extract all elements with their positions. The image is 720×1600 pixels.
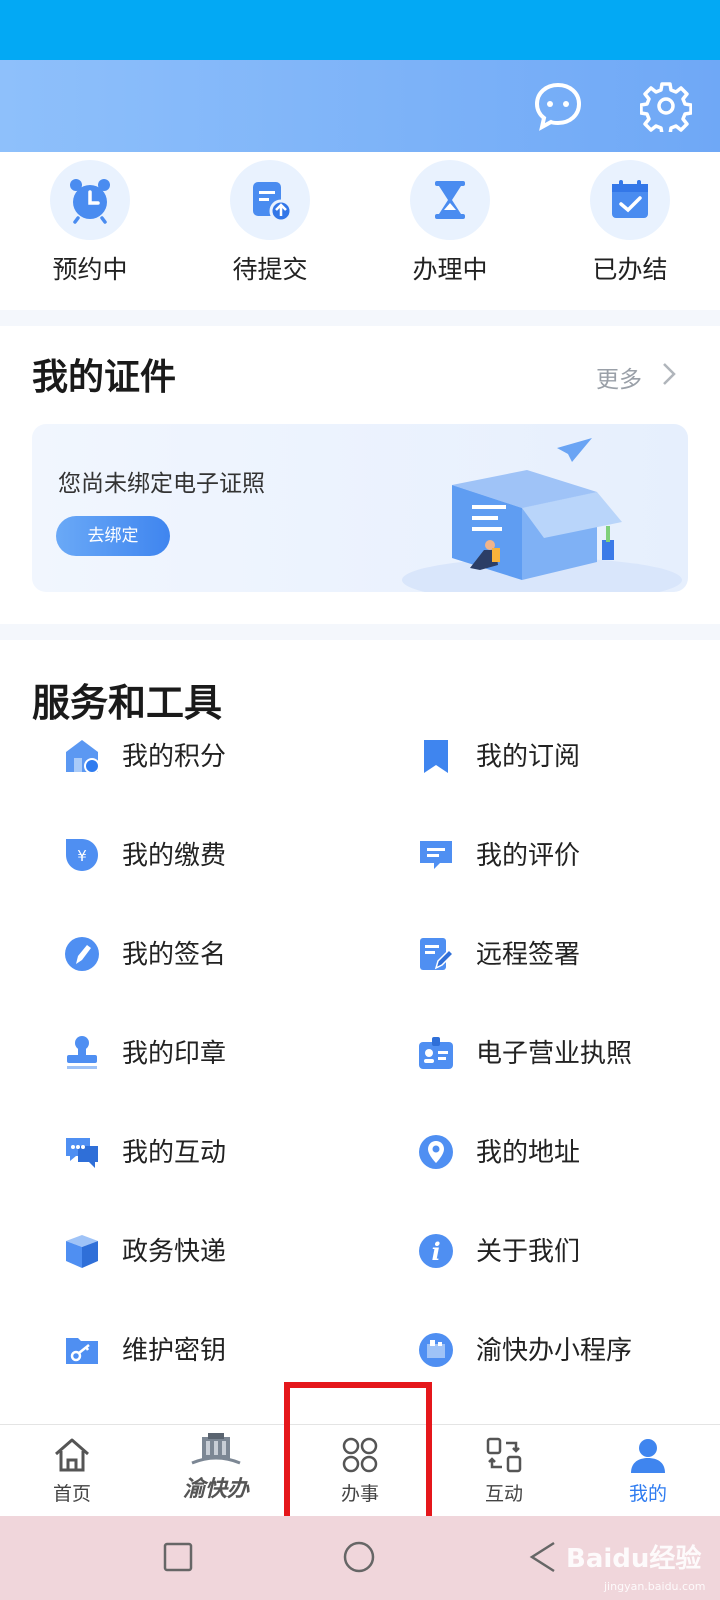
stamp-icon: [62, 1033, 102, 1073]
status-label: 办理中: [412, 255, 488, 284]
user-profile-icon: [628, 1435, 668, 1475]
application-status-row: 预约中 待提交 办理中 已办结: [0, 152, 720, 310]
license-badge-icon: [416, 1033, 456, 1073]
back-button[interactable]: [528, 1540, 558, 1578]
tool-electronic-license[interactable]: 电子营业执照: [416, 1021, 720, 1081]
yuan-payment-icon: ¥: [62, 835, 102, 875]
document-upload-icon: [230, 160, 310, 240]
tool-label: 电子营业执照: [476, 1039, 633, 1069]
tool-my-subscriptions[interactable]: 我的订阅: [416, 724, 720, 784]
home-icon: [52, 1435, 92, 1475]
comment-icon: [416, 835, 456, 875]
tool-label: 我的互动: [122, 1138, 227, 1168]
empty-message: 您尚未绑定电子证照: [58, 471, 265, 497]
services-tools-card: 服务和工具 我的积分 我的订阅 ¥ 我的缴费 我的评价 我的签名 远程签署 我的…: [0, 640, 720, 1425]
certificate-empty-banner: 您尚未绑定电子证照 去绑定: [32, 424, 688, 592]
bookmark-icon: [416, 736, 456, 776]
info-icon: i: [416, 1231, 456, 1271]
nav-app-logo[interactable]: 渝快办: [144, 1425, 288, 1517]
tool-maintain-key[interactable]: 维护密钥: [62, 1318, 382, 1378]
nav-interact[interactable]: 互动: [432, 1425, 576, 1517]
mini-program-icon: [416, 1330, 456, 1370]
nav-home[interactable]: 首页: [0, 1425, 144, 1517]
status-bar: [0, 0, 720, 60]
tool-my-payments[interactable]: ¥ 我的缴费: [62, 823, 382, 883]
status-label: 预约中: [52, 255, 128, 284]
sign-document-icon: [416, 934, 456, 974]
status-completed[interactable]: 已办结: [540, 160, 720, 300]
baidu-watermark: Baidu经验: [566, 1544, 702, 1574]
package-icon: [62, 1231, 102, 1271]
nav-label: 首页: [52, 1483, 91, 1505]
pen-icon: [62, 934, 102, 974]
chat-bubbles-icon: [62, 1132, 102, 1172]
tool-my-signature[interactable]: 我的签名: [62, 922, 382, 982]
alarm-clock-icon: [50, 160, 130, 240]
status-in-progress[interactable]: 办理中: [360, 160, 540, 300]
home-button[interactable]: [342, 1540, 376, 1578]
status-pending-submit[interactable]: 待提交: [180, 160, 360, 300]
location-pin-icon: [416, 1132, 456, 1172]
tool-label: 我的积分: [122, 742, 227, 772]
tool-label: 维护密钥: [122, 1336, 227, 1366]
empty-box-illustration: [392, 430, 682, 592]
nav-label: 我的: [628, 1483, 667, 1505]
section-title: 服务和工具: [32, 681, 223, 725]
exchange-icon: [484, 1435, 524, 1475]
tool-my-reviews[interactable]: 我的评价: [416, 823, 720, 883]
recent-apps-button[interactable]: [163, 1542, 193, 1576]
tool-label: 关于我们: [476, 1237, 581, 1267]
tool-my-address[interactable]: 我的地址: [416, 1120, 720, 1180]
tool-my-interactions[interactable]: 我的互动: [62, 1120, 382, 1180]
gear-icon[interactable]: [639, 80, 693, 136]
section-title: 我的证件: [32, 357, 177, 398]
tool-mini-program[interactable]: 渝快办小程序: [416, 1318, 720, 1378]
key-folder-icon: [62, 1330, 102, 1370]
tool-my-seal[interactable]: 我的印章: [62, 1021, 382, 1081]
svg-text:¥: ¥: [77, 847, 87, 865]
more-link[interactable]: 更多: [596, 360, 642, 394]
tool-remote-signing[interactable]: 远程签署: [416, 922, 720, 982]
status-reserved[interactable]: 预约中: [0, 160, 180, 300]
tool-government-express[interactable]: 政务快递: [62, 1219, 382, 1279]
bind-button[interactable]: 去绑定: [56, 516, 170, 556]
nav-mine[interactable]: 我的: [576, 1425, 720, 1517]
certificates-card: 我的证件 更多 您尚未绑定电子证照 去绑定: [0, 326, 720, 624]
tool-label: 渝快办小程序: [476, 1336, 633, 1366]
system-navigation-bar: Baidu经验 jingyan.baidu.com: [0, 1516, 720, 1600]
tool-label: 政务快递: [122, 1237, 227, 1267]
tool-label: 我的印章: [122, 1039, 227, 1069]
baidu-watermark-url: jingyan.baidu.com: [604, 1580, 706, 1593]
points-store-icon: [62, 736, 102, 776]
calendar-check-icon: [590, 160, 670, 240]
chevron-right-icon[interactable]: [662, 362, 676, 390]
tool-label: 我的缴费: [122, 841, 227, 871]
tool-label: 远程签署: [476, 940, 581, 970]
hourglass-icon: [410, 160, 490, 240]
building-logo-icon: [191, 1431, 241, 1469]
app-logo-text: 渝快办: [182, 1476, 249, 1502]
tool-label: 我的签名: [122, 940, 227, 970]
nav-label: 互动: [484, 1483, 523, 1505]
chat-bubble-icon[interactable]: [532, 80, 584, 132]
tool-label: 我的地址: [476, 1138, 581, 1168]
header: [0, 60, 720, 152]
tool-about-us[interactable]: i 关于我们: [416, 1219, 720, 1279]
status-label: 已办结: [592, 255, 668, 284]
tool-my-points[interactable]: 我的积分: [62, 724, 382, 784]
tool-label: 我的订阅: [476, 742, 581, 772]
status-label: 待提交: [232, 255, 308, 284]
svg-text:i: i: [431, 1237, 440, 1266]
tool-label: 我的评价: [476, 841, 581, 871]
